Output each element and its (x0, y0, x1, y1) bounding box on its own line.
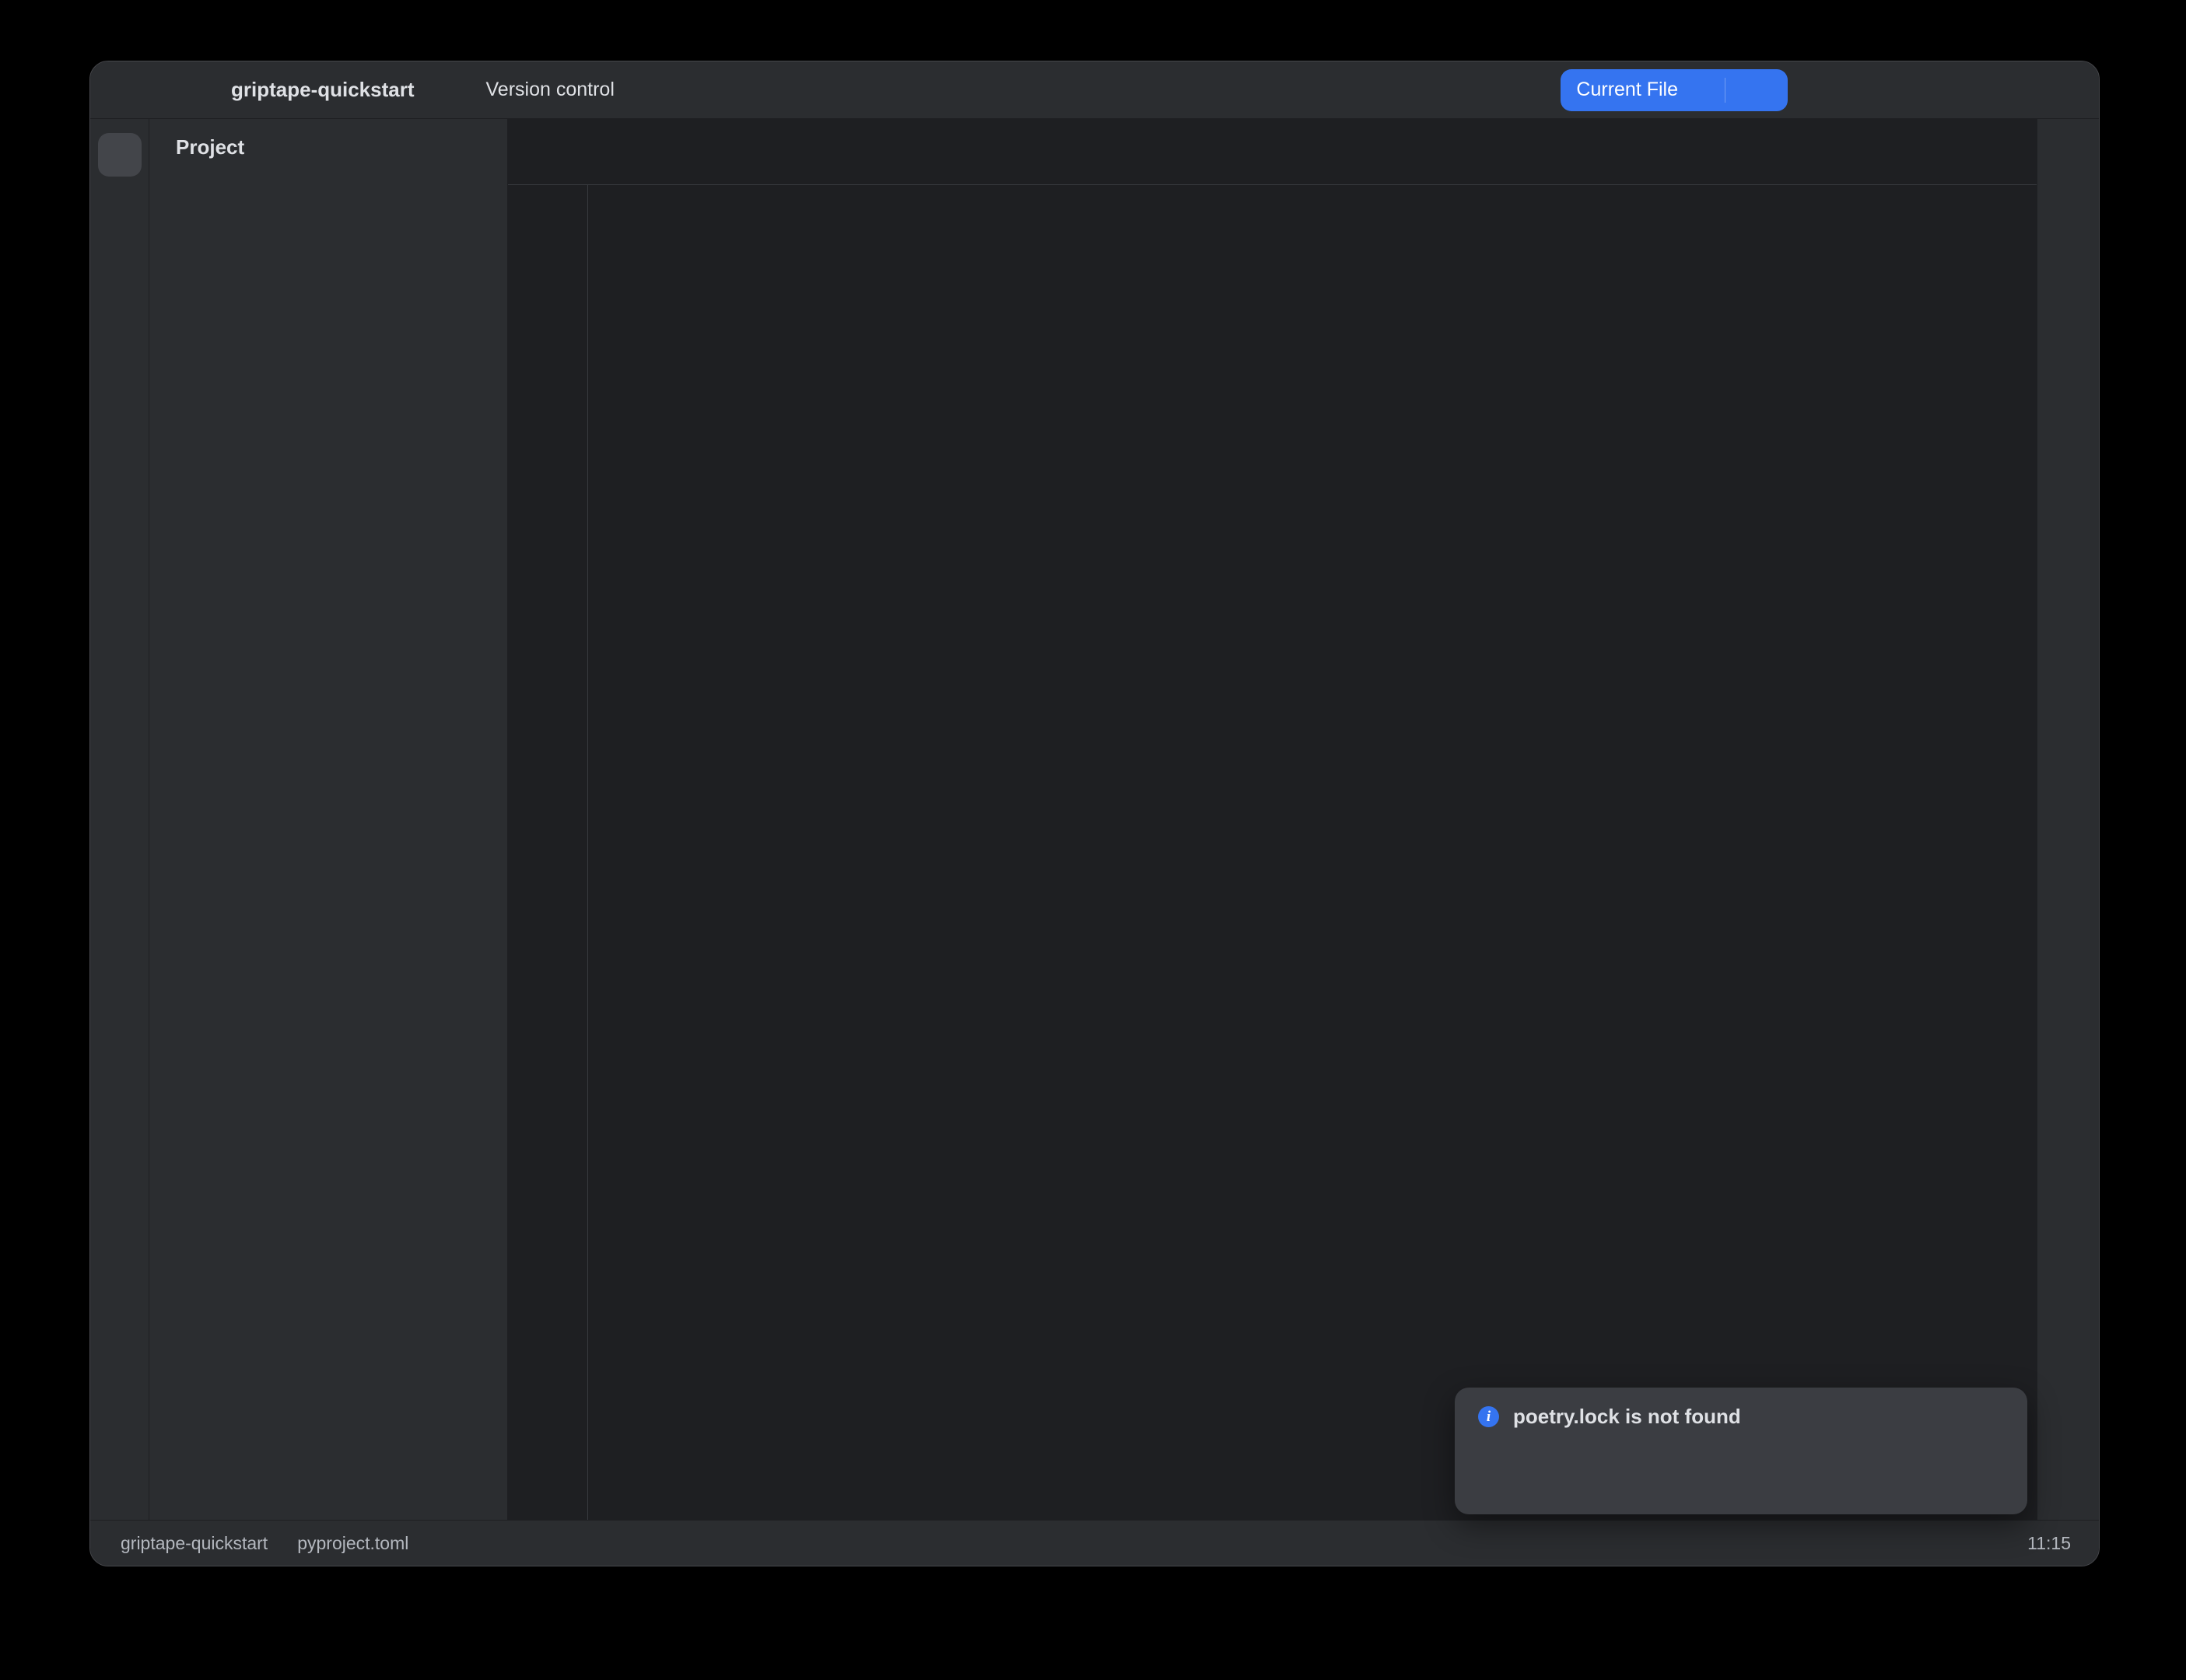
code-editor[interactable] (508, 185, 2037, 1520)
project-panel-title: Project (176, 135, 244, 159)
git-tool-button[interactable] (98, 1461, 142, 1504)
project-tool-button[interactable] (98, 133, 142, 177)
editor-tab-bar (508, 119, 2037, 185)
settings-button[interactable] (2046, 75, 2077, 106)
problems-tool-button[interactable] (98, 1402, 142, 1445)
project-name: griptape-quickstart (231, 78, 415, 102)
terminal-tool-button[interactable] (98, 1342, 142, 1386)
settings-notification-badge (2069, 72, 2082, 85)
info-icon: i (1478, 1406, 1499, 1427)
project-panel-header[interactable]: Project (149, 119, 507, 175)
run-configuration-selector[interactable]: Current File (1576, 79, 1678, 101)
breadcrumb-project[interactable]: griptape-quickstart (121, 1533, 268, 1554)
minimize-window-button[interactable] (141, 81, 159, 100)
notifications-badge (2074, 136, 2087, 149)
add-user-button[interactable] (1903, 75, 1934, 106)
vcs-label: Version control (486, 79, 615, 101)
notifications-button[interactable] (2047, 133, 2090, 177)
maximize-window-button[interactable] (172, 81, 191, 100)
run-widget: Current File (1561, 69, 1788, 111)
vcs-widget[interactable]: Version control (478, 79, 638, 101)
project-widget[interactable]: griptape-quickstart (231, 78, 438, 102)
right-activity-bar (2037, 119, 2099, 1520)
chevron-down-icon (252, 139, 268, 155)
clock-status[interactable]: 11:15 (2027, 1533, 2071, 1554)
editor-area (508, 119, 2037, 1520)
gutter-divider (587, 185, 588, 1520)
window-controls (110, 81, 191, 100)
project-panel: Project (149, 119, 508, 1520)
status-bar: griptape-quickstart pyproject.toml 11:15 (90, 1520, 2099, 1566)
notification-title: poetry.lock is not found (1513, 1405, 1741, 1429)
ide-window: griptape-quickstart Version control Curr… (89, 61, 2100, 1566)
notification-popup: i poetry.lock is not found (1455, 1388, 2027, 1514)
more-tools-button[interactable] (98, 251, 142, 295)
ai-assistant-button[interactable] (2047, 257, 2090, 301)
chevron-down-icon (622, 82, 638, 98)
structure-tool-button[interactable] (98, 192, 142, 236)
close-window-button[interactable] (110, 81, 128, 100)
database-tool-button[interactable] (2047, 195, 2090, 239)
left-activity-bar (90, 119, 149, 1520)
breadcrumbs: griptape-quickstart pyproject.toml (110, 1533, 408, 1554)
title-bar: griptape-quickstart Version control Curr… (90, 61, 2099, 119)
search-button[interactable] (1974, 75, 2006, 106)
breadcrumb-file[interactable]: pyproject.toml (289, 1533, 408, 1554)
chevron-down-icon (1694, 82, 1709, 98)
chevron-down-icon (422, 82, 438, 98)
